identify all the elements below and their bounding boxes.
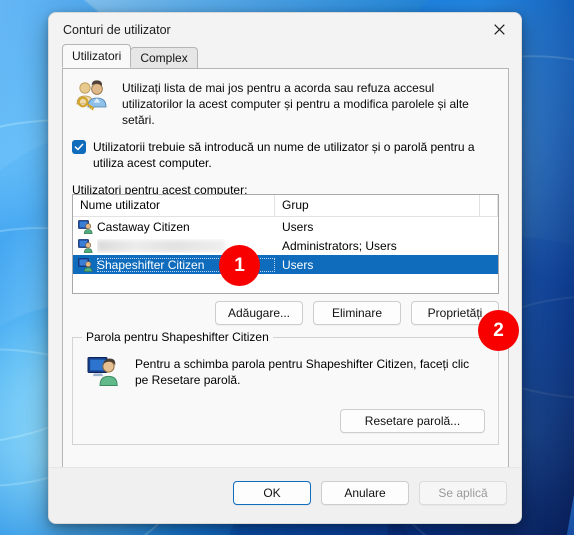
title-bar: Conturi de utilizator (49, 13, 521, 46)
table-row[interactable]: Administrators; Users (73, 236, 498, 255)
user-accounts-dialog: Conturi de utilizator Utilizatori Comple… (48, 12, 522, 524)
list-action-buttons: Adăugare... Eliminare Proprietăți (72, 301, 499, 325)
password-description-row: Pentru a schimba parola pentru Shapeshif… (87, 356, 482, 389)
table-row[interactable]: Castaway Citizen Users (73, 217, 498, 236)
remove-user-button[interactable]: Eliminare (313, 301, 401, 325)
user-icon (73, 219, 97, 234)
redaction-blur (97, 240, 225, 253)
password-description: Pentru a schimba parola pentru Shapeshif… (135, 357, 470, 387)
user-icon (73, 257, 97, 272)
step-badge-2: 2 (478, 310, 519, 351)
row-username: Castaway Citizen (97, 219, 190, 234)
cancel-button[interactable]: Anulare (321, 481, 409, 505)
dialog-footer: OK Anulare Se aplică (49, 467, 521, 523)
column-header-spacer (480, 195, 498, 216)
column-header-group[interactable]: Grup (275, 195, 480, 216)
reset-password-button[interactable]: Resetare parolă... (340, 409, 485, 433)
reset-password-row: Resetare parolă... (340, 409, 485, 433)
table-row[interactable]: Shapeshifter Citizen Users (73, 255, 498, 274)
tab-utilizatori[interactable]: Utilizatori (62, 44, 132, 68)
password-group-title: Parola pentru Shapeshifter Citizen (82, 330, 273, 344)
require-credentials-row[interactable]: Utilizatorii trebuie să introducă un num… (72, 139, 494, 171)
list-header: Nume utilizator Grup (73, 195, 498, 217)
intro-text: Utilizați lista de mai jos pentru a acor… (122, 81, 469, 127)
row-group: Users (282, 219, 314, 234)
row-group: Users (282, 257, 314, 272)
user-icon (73, 238, 97, 253)
tab-strip: Utilizatori Complex (62, 44, 521, 69)
tab-complex[interactable]: Complex (130, 47, 198, 69)
dialog-footer-buttons: OK Anulare Se aplică (233, 481, 507, 505)
ok-button[interactable]: OK (233, 481, 311, 505)
window-title: Conturi de utilizator (63, 22, 171, 37)
apply-button: Se aplică (419, 481, 507, 505)
row-group: Administrators; Users (282, 238, 397, 253)
tab-panel-utilizatori: Utilizați lista de mai jos pentru a acor… (62, 68, 509, 470)
intro-section: Utilizați lista de mai jos pentru a acor… (74, 80, 496, 128)
users-with-key-icon (74, 80, 110, 128)
step-badge-1: 1 (219, 245, 260, 286)
password-group-box: Parola pentru Shapeshifter Citizen Pentr… (72, 330, 499, 445)
user-list[interactable]: Nume utilizator Grup Castaway Citizen Us… (72, 194, 499, 294)
close-icon[interactable] (477, 13, 521, 45)
require-credentials-label: Utilizatorii trebuie să introducă un num… (93, 140, 475, 170)
require-credentials-checkbox[interactable] (72, 140, 86, 154)
user-computer-icon (87, 356, 121, 389)
column-header-username[interactable]: Nume utilizator (73, 195, 275, 216)
add-user-button[interactable]: Adăugare... (215, 301, 303, 325)
